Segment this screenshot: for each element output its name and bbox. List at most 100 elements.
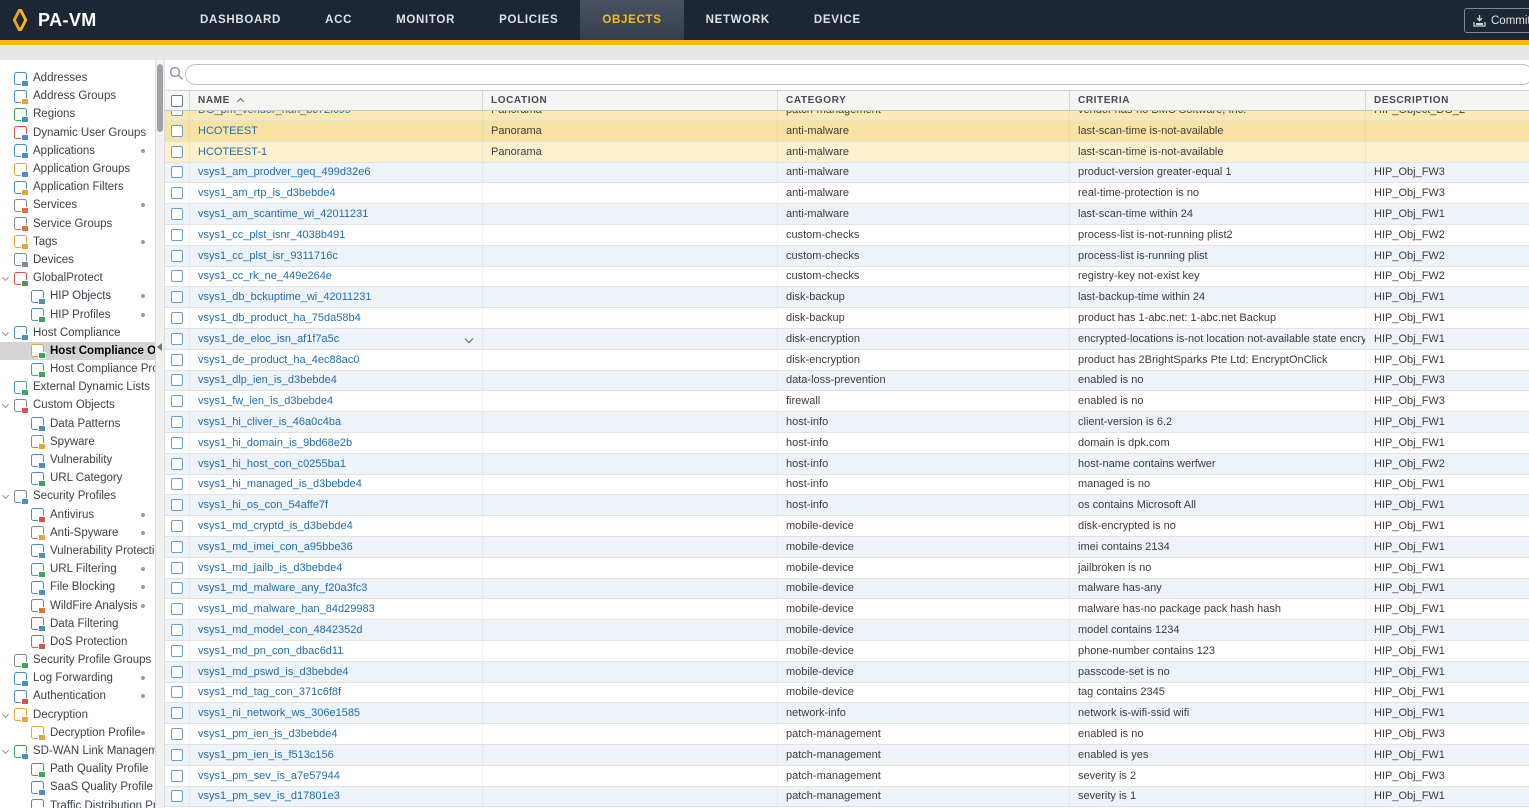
row-checkbox[interactable]	[171, 354, 183, 366]
search-input[interactable]	[185, 64, 1529, 85]
tab-objects[interactable]: OBJECTS	[580, 0, 683, 40]
object-name-link[interactable]: vsys1_pm_sev_is_d17801e3	[198, 790, 340, 802]
sidebar-scrollbar-thumb[interactable]	[157, 64, 163, 132]
commit-button[interactable]: Commit	[1464, 8, 1529, 33]
object-name-link[interactable]: vsys1_md_tag_con_371c6f8f	[198, 686, 341, 698]
expand-chevron-icon[interactable]	[2, 492, 9, 499]
sidebar-item-globalprotect[interactable]: GlobalProtect	[0, 269, 155, 287]
object-name-link[interactable]: vsys1_md_malware_any_f20a3fc3	[198, 582, 367, 594]
sidebar-item-regions[interactable]: Regions	[0, 105, 155, 123]
expand-chevron-icon[interactable]	[2, 711, 9, 718]
object-name-link[interactable]: vsys1_hi_domain_is_9bd68e2b	[198, 437, 352, 449]
sidebar-item-saas-quality-profile[interactable]: SaaS Quality Profile	[0, 778, 155, 796]
expand-chevron-icon[interactable]	[2, 747, 9, 754]
tab-acc[interactable]: ACC	[303, 0, 374, 40]
object-name-link[interactable]: vsys1_pm_sev_is_a7e57944	[198, 770, 340, 782]
sidebar-item-security-profiles[interactable]: Security Profiles	[0, 487, 155, 505]
sidebar-item-host-compliance-objects[interactable]: Host Compliance Objects	[0, 342, 155, 360]
expand-chevron-icon[interactable]	[2, 274, 9, 281]
row-checkbox[interactable]	[171, 770, 183, 782]
row-checkbox[interactable]	[171, 749, 183, 761]
row-checkbox[interactable]	[171, 458, 183, 470]
object-name-link[interactable]: HCOTEEST-1	[198, 146, 267, 158]
sidebar-item-hip-profiles[interactable]: HIP Profiles	[0, 305, 155, 323]
row-checkbox[interactable]	[171, 291, 183, 303]
sidebar-item-host-compliance-profile[interactable]: Host Compliance Profile	[0, 360, 155, 378]
object-name-link[interactable]: vsys1_hi_host_con_c0255ba1	[198, 458, 346, 470]
sidebar-item-sd-wan-link-management[interactable]: SD-WAN Link Management	[0, 742, 155, 760]
row-checkbox[interactable]	[171, 333, 183, 345]
row-checkbox[interactable]	[171, 125, 183, 137]
object-name-link[interactable]: vsys1_db_bckuptime_wi_42011231	[198, 291, 371, 303]
sidebar-item-url-category[interactable]: URL Category	[0, 469, 155, 487]
column-header-category[interactable]: CATEGORY	[778, 91, 1070, 110]
tab-monitor[interactable]: MONITOR	[374, 0, 477, 40]
sidebar-item-addresses[interactable]: Addresses	[0, 69, 155, 87]
sidebar-item-dynamic-user-groups[interactable]: Dynamic User Groups	[0, 124, 155, 142]
object-name-link[interactable]: vsys1_md_pswd_is_d3bebde4	[198, 666, 348, 678]
row-actions-chevron-icon[interactable]	[465, 335, 473, 343]
sidebar-item-decryption[interactable]: Decryption	[0, 706, 155, 724]
row-checkbox[interactable]	[171, 187, 183, 199]
sidebar-item-data-filtering[interactable]: Data Filtering	[0, 615, 155, 633]
sidebar-item-vulnerability[interactable]: Vulnerability	[0, 451, 155, 469]
object-name-link[interactable]: vsys1_md_jailb_is_d3bebde4	[198, 562, 342, 574]
sidebar-item-tags[interactable]: Tags	[0, 233, 155, 251]
row-checkbox[interactable]	[171, 499, 183, 511]
row-checkbox[interactable]	[171, 541, 183, 553]
object-name-link[interactable]: vsys1_md_pn_con_dbac6d11	[198, 645, 343, 657]
object-name-link[interactable]: vsys1_am_rtp_is_d3bebde4	[198, 187, 336, 199]
row-checkbox[interactable]	[171, 146, 183, 158]
object-name-link[interactable]: vsys1_cc_rk_ne_449e264e	[198, 270, 332, 282]
row-checkbox[interactable]	[171, 395, 183, 407]
sidebar-item-application-groups[interactable]: Application Groups	[0, 160, 155, 178]
object-name-link[interactable]: DG_pm_vendor_han_bc72fc99	[198, 111, 351, 116]
sidebar-item-spyware[interactable]: Spyware	[0, 433, 155, 451]
sidebar-collapse-arrow-icon[interactable]	[157, 343, 162, 351]
object-name-link[interactable]: vsys1_md_cryptd_is_d3bebde4	[198, 520, 353, 532]
sidebar-item-data-patterns[interactable]: Data Patterns	[0, 415, 155, 433]
sidebar-item-custom-objects[interactable]: Custom Objects	[0, 396, 155, 414]
object-name-link[interactable]: vsys1_db_product_ha_75da58b4	[198, 312, 361, 324]
object-name-link[interactable]: vsys1_cc_plst_isnr_4038b491	[198, 229, 345, 241]
row-checkbox[interactable]	[171, 437, 183, 449]
object-name-link[interactable]: vsys1_cc_plst_isr_9311716c	[198, 250, 338, 262]
sidebar-item-devices[interactable]: Devices	[0, 251, 155, 269]
sidebar-item-external-dynamic-lists[interactable]: External Dynamic Lists	[0, 378, 155, 396]
row-checkbox[interactable]	[171, 478, 183, 490]
sidebar-item-address-groups[interactable]: Address Groups	[0, 87, 155, 105]
column-header-location[interactable]: LOCATION	[483, 91, 778, 110]
row-checkbox[interactable]	[171, 666, 183, 678]
tab-dashboard[interactable]: DASHBOARD	[178, 0, 303, 40]
column-header-description[interactable]: DESCRIPTION	[1366, 91, 1529, 110]
sidebar-item-vulnerability-protection[interactable]: Vulnerability Protection	[0, 542, 155, 560]
column-header-name[interactable]: NAME	[190, 91, 483, 110]
sidebar-item-wildfire-analysis[interactable]: WildFire Analysis	[0, 596, 155, 614]
tab-policies[interactable]: POLICIES	[477, 0, 580, 40]
sidebar-item-application-filters[interactable]: Application Filters	[0, 178, 155, 196]
object-name-link[interactable]: vsys1_de_product_ha_4ec88ac0	[198, 354, 359, 366]
object-name-link[interactable]: vsys1_pm_ien_is_d3bebde4	[198, 728, 337, 740]
row-checkbox[interactable]	[171, 790, 183, 802]
row-checkbox[interactable]	[171, 603, 183, 615]
sidebar-item-antivirus[interactable]: Antivirus	[0, 506, 155, 524]
object-name-link[interactable]: vsys1_hi_managed_is_d3bebde4	[198, 478, 362, 490]
row-checkbox[interactable]	[171, 582, 183, 594]
object-name-link[interactable]: vsys1_hi_os_con_54affe7f	[198, 499, 328, 511]
sidebar-item-security-profile-groups[interactable]: Security Profile Groups	[0, 651, 155, 669]
sidebar-item-anti-spyware[interactable]: Anti-Spyware	[0, 524, 155, 542]
tab-device[interactable]: DEVICE	[792, 0, 883, 40]
object-name-link[interactable]: vsys1_am_scantime_wi_42011231	[198, 208, 368, 220]
sidebar-item-path-quality-profile[interactable]: Path Quality Profile	[0, 760, 155, 778]
object-name-link[interactable]: vsys1_md_model_con_4842352d	[198, 624, 363, 636]
row-checkbox[interactable]	[171, 374, 183, 386]
row-checkbox[interactable]	[171, 111, 183, 116]
sidebar-item-hip-objects[interactable]: HIP Objects	[0, 287, 155, 305]
expand-chevron-icon[interactable]	[2, 329, 9, 336]
sidebar-item-service-groups[interactable]: Service Groups	[0, 215, 155, 233]
row-checkbox[interactable]	[171, 166, 183, 178]
object-name-link[interactable]: vsys1_ni_network_ws_306e1585	[198, 707, 360, 719]
object-name-link[interactable]: vsys1_de_eloc_isn_af1f7a5c	[198, 333, 339, 345]
column-header-criteria[interactable]: CRITERIA	[1070, 91, 1366, 110]
sidebar-item-authentication[interactable]: Authentication	[0, 687, 155, 705]
